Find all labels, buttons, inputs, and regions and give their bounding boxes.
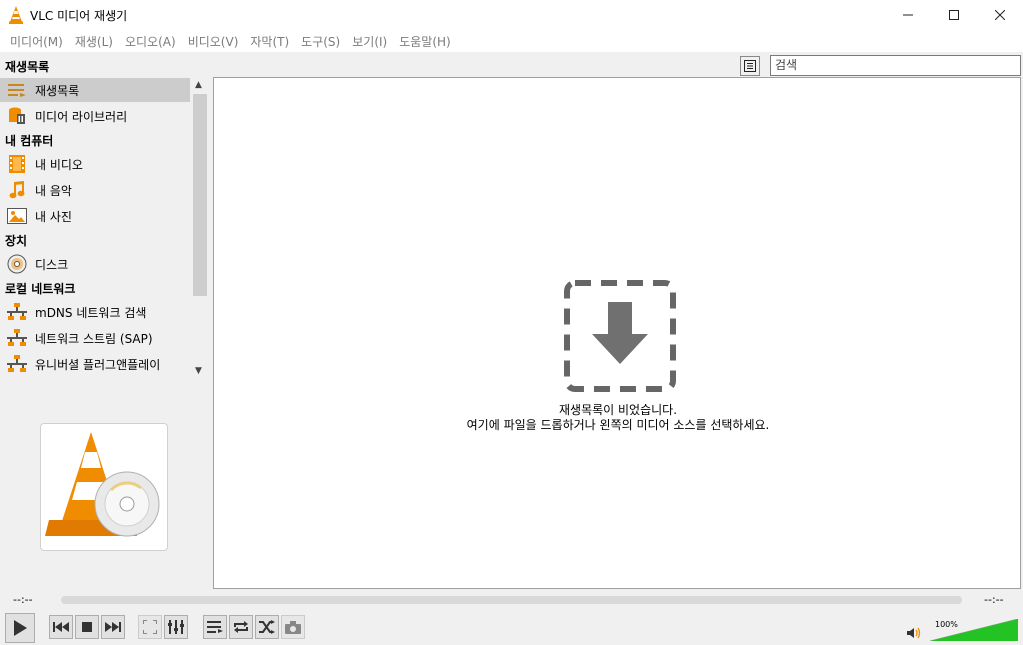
- sidebar-item-upnp[interactable]: 유니버셜 플러그앤플레이: [0, 352, 190, 376]
- toggle-playlist-button[interactable]: [203, 615, 227, 639]
- menu-tools[interactable]: 도구(S): [295, 33, 346, 50]
- disc-icon: [7, 254, 27, 274]
- menu-video[interactable]: 비디오(V): [182, 33, 245, 50]
- volume-slider[interactable]: 100%: [930, 619, 1018, 641]
- sidebar-item-label: 디스크: [35, 257, 69, 272]
- playlist-panel[interactable]: 재생목록이 비었습니다. 여기에 파일을 드롭하거나 왼쪽의 미디어 소스를 선…: [213, 77, 1021, 589]
- shuffle-button[interactable]: [255, 615, 279, 639]
- sidebar-item-label: 내 사진: [35, 209, 72, 224]
- album-art: [40, 423, 168, 551]
- fullscreen-button[interactable]: [138, 615, 162, 639]
- volume-label: 100%: [935, 620, 958, 629]
- menu-help[interactable]: 도움말(H): [393, 33, 457, 50]
- sidebar-scrollbar[interactable]: ▲ ▼: [192, 78, 208, 380]
- minimize-button[interactable]: [885, 0, 931, 30]
- seek-slider[interactable]: [61, 596, 962, 604]
- skip-next-icon: [105, 622, 121, 632]
- play-button[interactable]: [5, 613, 35, 643]
- sidebar-item-disc[interactable]: 디스크: [0, 252, 190, 276]
- maximize-button[interactable]: [931, 0, 977, 30]
- network-icon: [7, 355, 27, 373]
- sidebar-item-sap[interactable]: 네트워크 스트림 (SAP): [0, 326, 190, 350]
- snapshot-button[interactable]: [281, 615, 305, 639]
- film-icon: [7, 155, 27, 173]
- menu-media[interactable]: 미디어(M): [4, 33, 69, 50]
- sidebar-header-local-network: 로컬 네트워크: [5, 282, 76, 296]
- sidebar-item-playlist[interactable]: 재생목록: [0, 78, 190, 102]
- menu-subtitle[interactable]: 자막(T): [244, 33, 295, 50]
- sidebar-item-label: 내 비디오: [35, 157, 83, 172]
- sidebar-item-label: 재생목록: [35, 83, 80, 98]
- stop-button[interactable]: [75, 615, 99, 639]
- window-title: VLC 미디어 재생기: [30, 9, 128, 23]
- playlist-icon: [207, 621, 223, 633]
- sidebar-item-my-videos[interactable]: 내 비디오: [0, 152, 190, 176]
- sidebar-item-label: 내 음악: [35, 183, 72, 198]
- maximize-icon: [949, 10, 959, 20]
- vlc-cone-disc-icon: [45, 432, 160, 537]
- shuffle-icon: [259, 620, 275, 634]
- sidebar-item-my-pictures[interactable]: 내 사진: [0, 204, 190, 228]
- extended-settings-button[interactable]: [164, 615, 188, 639]
- sidebar-item-media-library[interactable]: 미디어 라이브러리: [0, 104, 190, 128]
- fullscreen-icon: [143, 620, 157, 634]
- camera-icon: [285, 620, 301, 634]
- search-input[interactable]: 검색: [770, 55, 1021, 76]
- menu-view[interactable]: 보기(I): [346, 33, 393, 50]
- drop-arrow-icon: [564, 280, 676, 392]
- minimize-icon: [903, 14, 913, 16]
- chevron-down-icon[interactable]: ▼: [195, 366, 202, 376]
- repeat-icon: [234, 621, 248, 633]
- sidebar-item-label: 유니버셜 플러그앤플레이: [35, 357, 161, 372]
- next-button[interactable]: [101, 615, 125, 639]
- sidebar-header-playlist: 재생목록: [5, 60, 50, 74]
- sidebar-header-devices: 장치: [5, 234, 28, 248]
- media-library-icon: [7, 107, 27, 125]
- sidebar-item-label: mDNS 네트워크 검색: [35, 305, 147, 320]
- network-icon: [7, 329, 27, 347]
- loop-button[interactable]: [229, 615, 253, 639]
- menu-audio[interactable]: 오디오(A): [119, 33, 182, 50]
- menu-playback[interactable]: 재생(L): [69, 33, 119, 50]
- sidebar-item-my-music[interactable]: 내 음악: [0, 178, 190, 202]
- play-icon: [14, 620, 27, 636]
- previous-button[interactable]: [49, 615, 73, 639]
- elapsed-time: --:--: [13, 593, 33, 606]
- close-button[interactable]: [977, 0, 1023, 30]
- list-view-icon: [744, 60, 756, 72]
- title-bar: VLC 미디어 재생기: [0, 0, 1023, 30]
- vlc-cone-icon: [9, 6, 23, 24]
- speaker-icon[interactable]: [907, 627, 921, 639]
- equalizer-icon: [168, 620, 184, 634]
- picture-icon: [7, 207, 27, 225]
- sidebar-item-mdns[interactable]: mDNS 네트워크 검색: [0, 300, 190, 324]
- sidebar-item-label: 네트워크 스트림 (SAP): [35, 331, 153, 346]
- skip-previous-icon: [53, 622, 69, 632]
- remaining-time[interactable]: --:--: [984, 593, 1004, 606]
- stop-icon: [82, 622, 92, 632]
- network-icon: [7, 303, 27, 321]
- scrollbar-thumb[interactable]: [193, 94, 207, 296]
- menu-bar: 미디어(M) 재생(L) 오디오(A) 비디오(V) 자막(T) 도구(S) 보…: [0, 30, 1023, 52]
- close-icon: [995, 10, 1005, 20]
- sidebar-header-my-computer: 내 컴퓨터: [5, 134, 54, 148]
- music-note-icon: [7, 181, 27, 199]
- playlist-icon: [7, 81, 27, 99]
- empty-playlist-hint: 여기에 파일을 드롭하거나 왼쪽의 미디어 소스를 선택하세요.: [466, 418, 770, 432]
- sidebar-item-label: 미디어 라이브러리: [35, 109, 128, 124]
- playlist-view-toggle-button[interactable]: [740, 56, 760, 76]
- chevron-up-icon[interactable]: ▲: [195, 80, 202, 90]
